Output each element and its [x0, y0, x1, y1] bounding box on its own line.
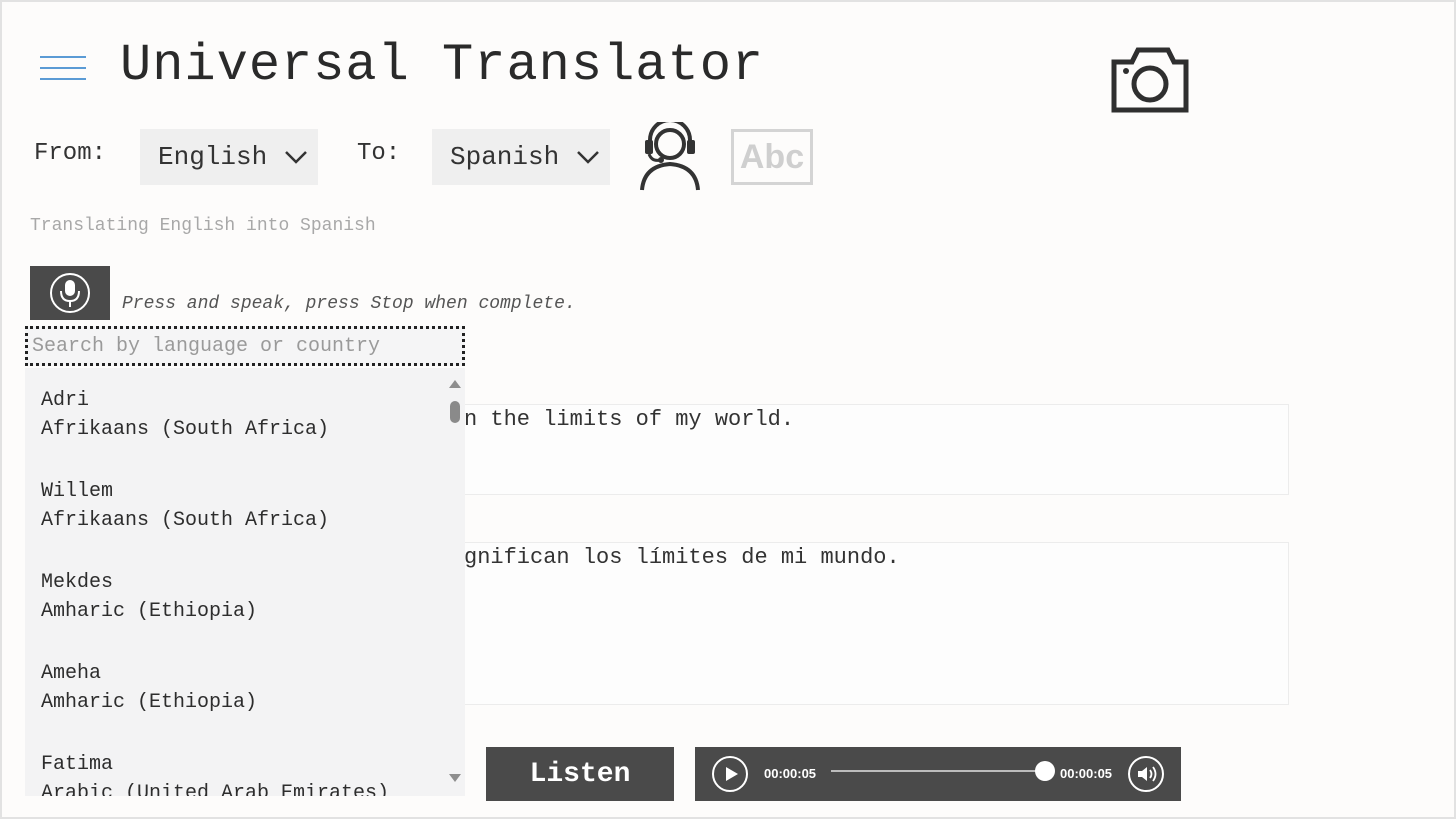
voice-locale: Afrikaans (South Africa) — [41, 418, 330, 441]
translated-text-area[interactable]: gnifican los límites de mi mundo. — [457, 542, 1289, 705]
list-item[interactable]: Fatima Arabic (United Arab Emirates) — [41, 750, 389, 796]
list-item[interactable]: Willem Afrikaans (South Africa) — [41, 477, 329, 535]
source-text: n the limits of my world. — [464, 407, 795, 432]
app-title: Universal Translator — [120, 36, 765, 95]
headset-agent-icon[interactable] — [638, 118, 702, 192]
microphone-icon — [50, 273, 90, 313]
list-item[interactable]: Ameha Amharic (Ethiopia) — [41, 659, 257, 717]
current-time: 00:00:05 — [764, 766, 817, 781]
voice-name: Willem — [41, 480, 114, 503]
seek-thumb[interactable] — [1035, 761, 1055, 781]
voice-locale: Afrikaans (South Africa) — [41, 509, 330, 532]
to-language-value: Spanish — [450, 142, 560, 172]
volume-icon[interactable] — [1127, 755, 1165, 793]
scrollbar-thumb[interactable] — [450, 401, 460, 423]
chevron-down-icon — [577, 151, 599, 164]
voice-name: Ameha — [41, 662, 102, 685]
list-item[interactable]: Mekdes Amharic (Ethiopia) — [41, 568, 257, 626]
hamburger-menu-icon[interactable] — [40, 56, 86, 82]
voice-locale: Amharic (Ethiopia) — [41, 600, 258, 623]
voice-name: Mekdes — [41, 571, 114, 594]
voice-name: Fatima — [41, 753, 114, 776]
scroll-down-arrow-icon[interactable] — [449, 774, 461, 782]
scroll-up-arrow-icon[interactable] — [449, 380, 461, 388]
audio-player: 00:00:05 00:00:05 — [695, 747, 1181, 801]
total-time: 00:00:05 — [1060, 766, 1113, 781]
translated-text: gnifican los límites de mi mundo. — [464, 545, 900, 570]
voice-list-scrollbar[interactable] — [445, 368, 465, 796]
from-language-select[interactable]: English — [140, 129, 318, 185]
abc-text-icon: Abc — [739, 137, 805, 176]
seek-progress — [831, 770, 1045, 772]
to-label: To: — [357, 140, 401, 167]
source-text-area[interactable]: n the limits of my world. — [457, 404, 1289, 495]
voice-locale: Amharic (Ethiopia) — [41, 691, 258, 714]
listen-button[interactable]: Listen — [486, 747, 674, 801]
status-message: Translating English into Spanish — [30, 216, 376, 236]
play-icon[interactable] — [711, 755, 749, 793]
voice-name: Adri — [41, 389, 90, 412]
seek-slider[interactable] — [831, 761, 1055, 781]
microphone-button[interactable] — [30, 266, 110, 320]
voice-search-input[interactable] — [25, 326, 465, 366]
voice-list: Adri Afrikaans (South Africa) Willem Afr… — [25, 368, 465, 796]
list-item[interactable]: Adri Afrikaans (South Africa) — [41, 386, 329, 444]
from-label: From: — [34, 140, 107, 167]
camera-icon[interactable] — [1110, 44, 1190, 114]
to-language-select[interactable]: Spanish — [432, 129, 610, 185]
chevron-down-icon — [285, 151, 307, 164]
speech-hint: Press and speak, press Stop when complet… — [122, 294, 576, 314]
voice-locale: Arabic (United Arab Emirates) — [41, 782, 390, 796]
text-input-mode-icon[interactable]: Abc — [731, 129, 813, 185]
from-language-value: English — [158, 142, 268, 172]
